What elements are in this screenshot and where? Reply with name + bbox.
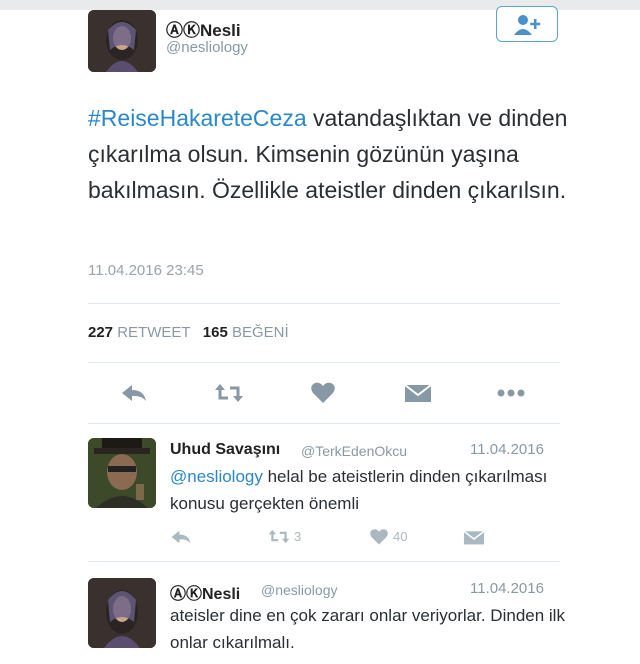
divider <box>88 423 560 424</box>
like-count[interactable]: 165 <box>203 324 228 341</box>
reply-retweet-count: 3 <box>294 529 302 544</box>
author-handle[interactable]: @nesliology <box>166 39 248 56</box>
divider <box>88 561 560 562</box>
author-name[interactable]: ⒶⓀNesli <box>166 16 241 41</box>
tweet-text: #ReiseHakareteCeza vatandaşlıktan ve din… <box>88 100 578 208</box>
follow-button[interactable] <box>496 6 558 42</box>
reply-icon[interactable] <box>170 528 192 546</box>
reply-date[interactable]: 11.04.2016 <box>470 441 544 458</box>
reply-like-count: 40 <box>393 529 408 544</box>
reply-date[interactable]: 11.04.2016 <box>470 580 544 597</box>
retweet-label[interactable]: RETWEET <box>117 324 190 341</box>
retweet-icon[interactable] <box>214 382 244 404</box>
reply-author-handle[interactable]: @nesliology <box>261 582 337 598</box>
reply-avatar[interactable] <box>88 578 156 648</box>
tweet-timestamp[interactable]: 11.04.2016 23:45 <box>88 262 204 279</box>
envelope-icon[interactable] <box>463 529 485 546</box>
reply-author-handle[interactable]: @TerkEdenOkcu <box>301 443 407 459</box>
divider <box>88 303 560 304</box>
mention-link[interactable]: @nesliology <box>170 467 263 486</box>
heart-icon[interactable] <box>369 528 389 546</box>
like-label[interactable]: BEĞENİ <box>232 324 289 341</box>
reply-avatar[interactable] <box>88 438 156 508</box>
envelope-icon[interactable] <box>404 382 432 404</box>
retweet-icon[interactable] <box>268 528 290 545</box>
reply-text: @nesliology helal be ateistlerin dinden … <box>170 463 570 517</box>
author-avatar[interactable] <box>88 10 156 72</box>
more-icon[interactable] <box>496 388 526 398</box>
hashtag-link[interactable]: #ReiseHakareteCeza <box>88 105 307 131</box>
reply-author-name[interactable]: Uhud Savaşını <box>170 441 280 459</box>
divider <box>88 362 560 363</box>
tweet-stats: 227 RETWEET 165 BEĞENİ <box>88 324 289 341</box>
reply-text: ateisler dine en çok zararı onlar veriyo… <box>170 606 565 652</box>
reply-author-name[interactable]: ⒶⓀNesli <box>170 580 240 604</box>
reply-icon[interactable] <box>120 382 148 404</box>
heart-icon[interactable] <box>310 381 336 405</box>
add-user-icon <box>514 15 541 35</box>
tweet-screenshot: ⒶⓀNesli @nesliology #ReiseHakareteCeza v… <box>0 0 640 664</box>
retweet-count[interactable]: 227 <box>88 324 113 341</box>
